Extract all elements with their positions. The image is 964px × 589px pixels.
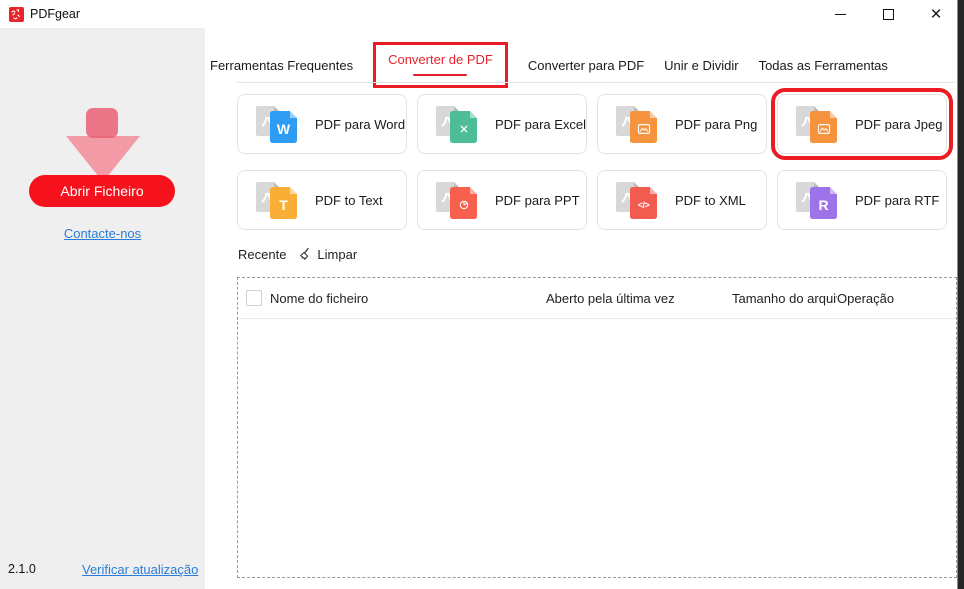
broom-icon bbox=[298, 247, 313, 262]
minimize-button[interactable] bbox=[830, 3, 850, 25]
image-document-icon bbox=[794, 103, 840, 145]
contact-us-link[interactable]: Contacte-nos bbox=[0, 226, 205, 241]
word-document-icon: W bbox=[254, 103, 300, 145]
xml-document-icon: </> bbox=[614, 179, 660, 221]
tool-pdf-to-word[interactable]: W PDF para Word bbox=[237, 94, 407, 154]
tool-pdf-to-xml[interactable]: </> PDF to XML bbox=[597, 170, 767, 230]
close-button[interactable]: × bbox=[926, 3, 946, 25]
window-title: PDFgear bbox=[30, 7, 80, 21]
app-version: 2.1.0 bbox=[8, 562, 36, 576]
open-file-button[interactable]: Abrir Ficheiro bbox=[29, 175, 175, 207]
pdfgear-window: PDFgear × Abrir Ficheiro Contacte-nos 2.… bbox=[0, 0, 964, 589]
table-header-row: Nome do ficheiro Aberto pela última vez … bbox=[238, 278, 956, 319]
tab-merge-split[interactable]: Unir e Dividir bbox=[664, 54, 738, 77]
clear-recent-button[interactable]: Limpar bbox=[298, 247, 357, 262]
column-header-last-opened: Aberto pela última vez bbox=[546, 291, 675, 306]
excel-document-icon bbox=[434, 103, 480, 145]
column-header-operation: Operação bbox=[837, 291, 894, 306]
title-bar: PDFgear × bbox=[0, 0, 964, 28]
tab-all-tools[interactable]: Todas as Ferramentas bbox=[759, 54, 888, 77]
tab-frequent-tools[interactable]: Ferramentas Frequentes bbox=[210, 54, 353, 77]
tool-pdf-to-excel[interactable]: PDF para Excel bbox=[417, 94, 587, 154]
active-tab-underline bbox=[413, 74, 467, 76]
tool-pdf-to-text[interactable]: T PDF to Text bbox=[237, 170, 407, 230]
app-logo-icon bbox=[9, 7, 24, 22]
tab-convert-from-pdf[interactable]: Converter de PDF bbox=[388, 52, 493, 67]
maximize-button[interactable] bbox=[878, 3, 898, 25]
image-document-icon bbox=[614, 103, 660, 145]
select-all-checkbox[interactable] bbox=[246, 290, 262, 306]
tool-pdf-to-rtf[interactable]: R PDF para RTF bbox=[777, 170, 947, 230]
recent-section-title: Recente bbox=[238, 247, 286, 262]
recent-files-table: Nome do ficheiro Aberto pela última vez … bbox=[237, 277, 957, 578]
column-header-filename: Nome do ficheiro bbox=[270, 291, 368, 306]
tool-pdf-to-png[interactable]: PDF para Png bbox=[597, 94, 767, 154]
tool-pdf-to-ppt[interactable]: PDF para PPT bbox=[417, 170, 587, 230]
tool-grid: W PDF para Word PDF para Excel PDF para … bbox=[237, 94, 947, 230]
main-content: Ferramentas Frequentes Converter de PDF … bbox=[205, 28, 957, 589]
sidebar: Abrir Ficheiro Contacte-nos 2.1.0 Verifi… bbox=[0, 28, 205, 589]
rtf-document-icon: R bbox=[794, 179, 840, 221]
check-update-link[interactable]: Verificar atualização bbox=[82, 562, 198, 577]
background-window-sliver bbox=[957, 0, 964, 589]
ppt-document-icon bbox=[434, 179, 480, 221]
tool-pdf-to-jpeg[interactable]: PDF para Jpeg bbox=[777, 94, 947, 154]
tab-convert-to-pdf[interactable]: Converter para PDF bbox=[528, 54, 644, 77]
text-document-icon: T bbox=[254, 179, 300, 221]
tab-separator bbox=[237, 82, 955, 83]
column-header-file-size: Tamanho do arquiv bbox=[732, 291, 837, 306]
